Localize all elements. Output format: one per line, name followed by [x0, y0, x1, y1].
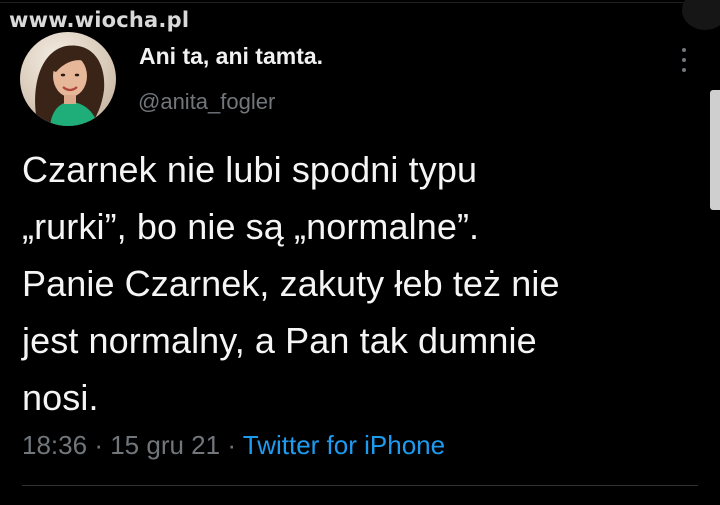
avatar[interactable] — [20, 32, 116, 126]
bottom-divider — [22, 485, 698, 486]
tweet-text: Czarnek nie lubi spodni typu „rurki”, bo… — [22, 141, 692, 426]
tweet-text-line: „rurki”, bo nie są „normalne”. — [22, 206, 480, 247]
user-handle[interactable]: @anita_fogler — [138, 89, 275, 115]
tweet-text-line: jest normalny, a Pan tak dumnie — [22, 320, 537, 361]
top-right-shadow — [682, 0, 720, 30]
scrollbar[interactable] — [710, 90, 720, 210]
tweet-meta: 18:36 · 15 gru 21 · Twitter for iPhone — [22, 430, 445, 461]
tweet-text-line: nosi. — [22, 377, 99, 418]
more-dot — [682, 68, 686, 72]
avatar-image — [35, 45, 105, 126]
tweet-text-line: Czarnek nie lubi spodni typu — [22, 149, 478, 190]
more-dot — [682, 58, 686, 62]
tweet-text-line: Panie Czarnek, zakuty łeb też nie — [22, 263, 560, 304]
more-dot — [682, 48, 686, 52]
watermark: www.wiocha.pl — [9, 8, 190, 32]
tweet-time[interactable]: 18:36 — [22, 430, 87, 460]
tweet-source-link[interactable]: Twitter for iPhone — [243, 430, 445, 460]
meta-separator: · — [94, 430, 103, 460]
meta-separator: · — [227, 430, 236, 460]
display-name[interactable]: Ani ta, ani tamta. — [139, 43, 323, 70]
more-vertical-icon[interactable] — [676, 46, 692, 74]
tweet-date[interactable]: 15 gru 21 — [110, 430, 220, 460]
top-divider — [0, 2, 720, 3]
